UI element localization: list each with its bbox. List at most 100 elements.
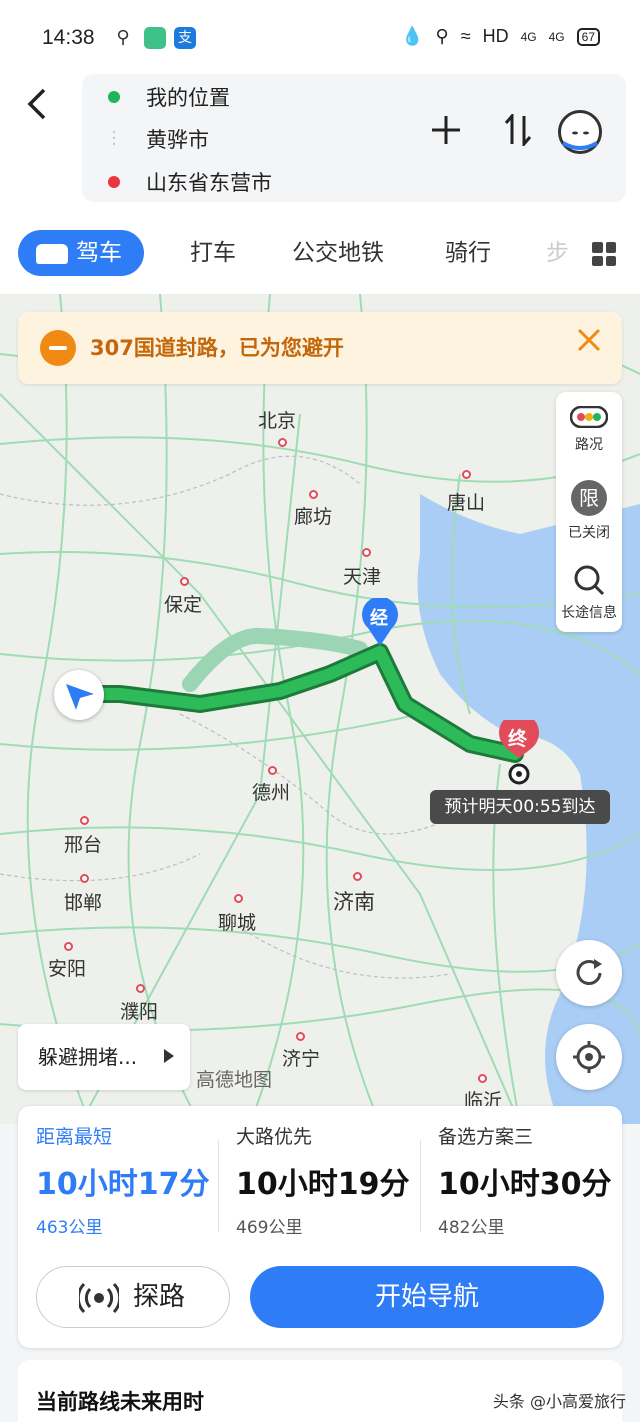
route-option-label: 大路优先 [236, 1126, 313, 1148]
add-waypoint-button[interactable] [430, 114, 462, 155]
restriction-toggle[interactable]: 限 已关闭 [556, 480, 622, 542]
city-marker-icon [478, 1074, 487, 1083]
map-watermark: 高德地图 [196, 1069, 273, 1091]
city-marker-icon [234, 894, 243, 903]
future-time-title: 当前路线未来用时 [36, 1390, 204, 1414]
route-option-3[interactable]: 备选方案三 10小时30分 482公里 [438, 1122, 638, 1238]
battery-indicator: 67 [576, 27, 600, 46]
restriction-icon: 限 [571, 480, 607, 516]
back-button[interactable] [24, 84, 60, 134]
swap-route-button[interactable] [502, 111, 534, 155]
plus-icon [432, 116, 460, 144]
tab-drive-label: 驾车 [76, 240, 122, 266]
locate-me-button[interactable] [556, 1024, 622, 1090]
network-label: HD [482, 26, 509, 46]
tab-walk[interactable]: 步 [546, 230, 569, 276]
long-trip-label: 长途信息 [561, 605, 617, 621]
divider [420, 1140, 421, 1232]
route-options-panel: 距离最短 10小时17分 463公里 大路优先 10小时19分 469公里 备选… [18, 1106, 622, 1348]
city-label: 唐山 [447, 492, 486, 514]
city-marker-icon [362, 548, 371, 557]
destination-marker[interactable]: 终 [498, 720, 540, 790]
destination-dot-icon [108, 176, 120, 188]
route-option-distance: 482公里 [438, 1218, 505, 1238]
route-option-duration: 10小时19分 [236, 1167, 410, 1202]
map-side-tools: 路况 限 已关闭 长途信息 [556, 392, 622, 632]
origin-label: 我的位置 [146, 86, 230, 110]
close-notice-button[interactable] [576, 326, 602, 361]
avoid-congestion-label: 躲避拥堵... [38, 1045, 138, 1069]
alipay-app-icon: 支 [174, 27, 196, 49]
navigation-arrow-icon [66, 684, 94, 710]
traffic-toggle[interactable]: 路况 [556, 406, 622, 454]
assistant-avatar[interactable] [558, 110, 602, 154]
city-marker-icon [268, 766, 277, 775]
origin-row[interactable]: 我的位置 [108, 82, 230, 112]
city-label: 濮阳 [120, 1001, 159, 1023]
probe-route-button[interactable]: 探路 [36, 1266, 230, 1328]
probe-label: 探路 [133, 1282, 186, 1312]
current-location-marker [54, 670, 104, 720]
city-marker-icon [309, 490, 318, 499]
tab-drive[interactable]: 驾车 [18, 230, 144, 276]
route-header: 我的位置 · · · 黄骅市 山东省东营市 [0, 74, 640, 214]
route-option-duration: 10小时17分 [36, 1167, 210, 1202]
route-option-distance: 463公里 [36, 1218, 103, 1238]
city-label: 邢台 [64, 834, 103, 856]
signal-2-label: 4G [548, 29, 565, 44]
travel-mode-tabs: 驾车 打车 公交地铁 骑行 步 [0, 214, 640, 294]
search-icon [574, 565, 605, 596]
close-icon [577, 328, 601, 352]
status-bar: 14:38 ⚲ 支 💧 ⚲ ≈ HD 4G 4G 67 [0, 0, 640, 74]
restriction-label: 已关闭 [568, 525, 610, 541]
city-label: 德州 [252, 782, 291, 804]
city-label: 济南 [333, 890, 375, 914]
city-label: 聊城 [218, 912, 257, 934]
road-closure-notice[interactable]: 307国道封路，已为您避开 [18, 312, 622, 384]
chevron-left-icon [27, 88, 46, 120]
waypoint-label: 黄骅市 [146, 128, 209, 152]
route-option-1[interactable]: 距离最短 10小时17分 463公里 [36, 1122, 236, 1238]
waypoint-row[interactable]: · · · 黄骅市 [108, 124, 209, 154]
route-stops-box: 我的位置 · · · 黄骅市 山东省东营市 [82, 74, 626, 202]
long-trip-info[interactable]: 长途信息 [556, 564, 622, 622]
tab-transit[interactable]: 公交地铁 [292, 230, 384, 276]
city-label: 保定 [164, 594, 203, 616]
search-icon: ⚲ [116, 27, 130, 48]
city-marker-icon [296, 1032, 305, 1041]
route-option-label: 距离最短 [36, 1126, 113, 1148]
start-navigation-button[interactable]: 开始导航 [250, 1266, 604, 1328]
credit-watermark: 头条 @小高爱旅行 [492, 1392, 626, 1411]
city-marker-icon [64, 942, 73, 951]
assistant-face-icon [561, 131, 599, 150]
status-indicators: 💧 ⚲ ≈ HD 4G 4G 67 [401, 26, 600, 47]
wifi-icon: ≈ [460, 26, 471, 46]
notice-text: 307国道封路，已为您避开 [90, 336, 344, 360]
city-label: 天津 [343, 566, 382, 588]
destination-label: 山东省东营市 [146, 171, 272, 195]
city-marker-icon [136, 984, 145, 993]
waypoint-marker[interactable]: 经 [360, 598, 400, 648]
city-marker-icon [80, 816, 89, 825]
origin-dot-icon [108, 91, 120, 103]
divider [218, 1140, 219, 1232]
water-drop-icon: 💧 [401, 26, 424, 46]
more-modes-grid-icon[interactable] [592, 242, 616, 266]
map-view[interactable]: 北京 廊坊 唐山 天津 保定 德州 邢台 邯郸 聊城 济南 安阳 濮阳 济宁 临… [0, 294, 640, 1124]
tab-taxi[interactable]: 打车 [190, 230, 236, 276]
destination-marker-label: 终 [508, 728, 528, 750]
destination-row[interactable]: 山东省东营市 [108, 167, 272, 197]
triangle-right-icon [164, 1049, 174, 1063]
city-marker-icon [462, 470, 471, 479]
traffic-label: 路况 [575, 437, 603, 453]
route-option-distance: 469公里 [236, 1218, 303, 1238]
signal-1-label: 4G [520, 29, 537, 44]
route-option-2[interactable]: 大路优先 10小时19分 469公里 [236, 1122, 436, 1238]
status-time: 14:38 [42, 26, 95, 49]
avoid-congestion-button[interactable]: 躲避拥堵... [18, 1024, 190, 1090]
tab-bike[interactable]: 骑行 [445, 230, 491, 276]
city-marker-icon [180, 577, 189, 586]
refresh-route-button[interactable] [556, 940, 622, 1006]
car-icon [36, 243, 68, 264]
drag-handle-icon[interactable]: · · · [108, 124, 120, 154]
